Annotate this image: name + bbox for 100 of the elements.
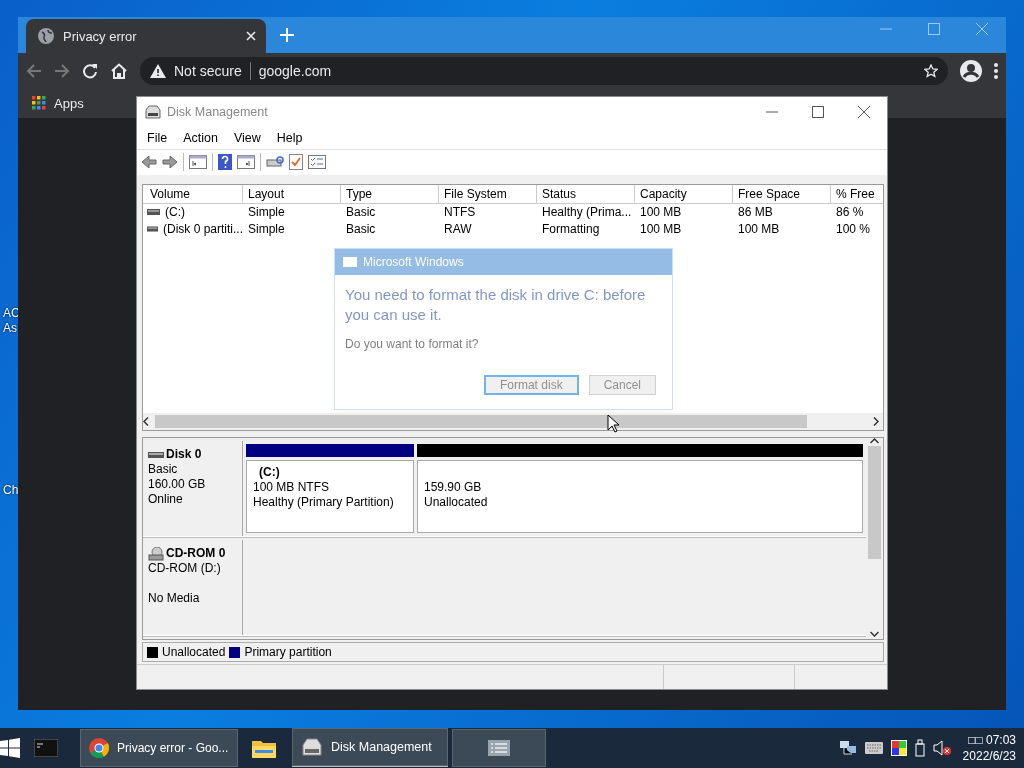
taskbar-button[interactable]: Privacy error - Goo... [80,729,238,767]
column-header[interactable]: Status [537,184,635,203]
taskbar-button[interactable]: Disk Management [292,727,448,766]
disk-management-icon [145,104,161,119]
table-cell-text: Simple [247,220,286,238]
reload-icon[interactable] [82,62,98,79]
chrome-icon [89,738,109,758]
table-cell-text: 100 % [835,220,872,238]
table-cell: (Disk 0 partiti... [163,220,243,238]
window-title: Disk Management [167,104,268,119]
clock-date: 2022/6/23 [962,748,1016,764]
partition-info: 159.90 GB [424,480,483,496]
dialog-title: Microsoft Windows [363,255,464,269]
table-cell-text: RAW [443,220,473,238]
table-cell-text: Basic [345,203,377,221]
table-cell-text: 100 MB [639,203,683,221]
properties-icon[interactable] [308,155,326,170]
dialog-icon [343,257,357,267]
back-icon[interactable] [26,62,42,79]
clock-time: □□ 07:03 [968,732,1016,748]
partition-info: 100 MB NTFS [253,480,331,496]
column-header[interactable]: Type [341,184,439,203]
start-icon[interactable] [0,738,20,758]
menu-item[interactable]: View [225,130,269,145]
mute-speaker-icon[interactable] [932,740,951,756]
table-cell: (C:) [165,203,185,221]
network-icon[interactable] [838,740,857,756]
action-pane-icon[interactable] [237,155,255,170]
table-cell-text: Basic [345,220,377,238]
column-header[interactable]: File System [439,184,537,203]
bookmark-link[interactable]: Apps [32,95,84,111]
home-icon[interactable] [110,62,128,79]
profile-icon[interactable] [960,59,982,82]
list-icon [488,740,510,756]
disk-size: 160.00 GB [148,477,207,493]
star-icon[interactable] [924,63,938,78]
menu-icon[interactable] [994,62,998,79]
disk-name: CD-ROM 0 [166,546,226,562]
scroll-down-icon [870,631,879,638]
partition-panel[interactable]: (C:) 100 MB NTFS Healthy (Primary Partition) [246,460,414,534]
close-icon[interactable] [858,105,870,118]
legend-label: Unallocated [162,645,226,660]
security-label: Not secure [174,62,242,79]
column-header[interactable]: Free Space [733,184,831,203]
disk-status: No Media [148,591,201,607]
url-text: google.com [258,62,332,79]
dialog-question: Do you want to format it? [344,336,480,351]
legend-label: Primary partition [244,645,332,660]
partition-panel[interactable]: 159.90 GB Unallocated [417,460,863,534]
column-header[interactable]: Capacity [635,184,733,203]
horizontal-scrollbar[interactable] [143,413,883,431]
forward-arrow-icon[interactable] [162,155,178,170]
new-tab-icon[interactable] [280,28,294,42]
checklist-icon[interactable] [289,154,303,171]
scroll-right-icon [873,417,879,427]
console-tree-icon[interactable] [189,155,207,170]
menu-item[interactable]: File [139,130,176,145]
globe-icon [38,28,54,44]
drive-icon [147,209,160,216]
partition-info: Unallocated [424,495,489,511]
color-icon[interactable] [890,740,907,756]
drive-icon [147,226,158,233]
taskbar-button[interactable] [452,729,546,767]
keyboard-icon[interactable] [864,742,883,754]
table-cell-text: NTFS [443,203,477,221]
drive-search-icon[interactable] [266,155,284,170]
usb-icon[interactable] [914,739,925,757]
disk-type: CD-ROM (D:) [148,561,222,577]
disk-drive-icon [301,736,323,757]
disk-type: Basic [148,462,179,478]
partition-label: (C:) [258,465,281,481]
dialog-message: You need to format the disk in drive C: before you can use it. [344,285,647,325]
column-header[interactable]: % Free [831,184,883,203]
help-icon[interactable] [218,154,232,171]
disk-status: Online [148,492,184,508]
column-header[interactable]: Volume [145,184,243,203]
forward-icon[interactable] [54,62,70,79]
table-cell-text: 86 % [835,203,865,221]
table-cell-text: 100 MB [639,220,683,238]
folder-icon [252,738,276,758]
warning-icon [150,63,166,78]
table-cell-text: Simple [247,203,286,221]
table-cell-text: 100 MB [737,220,781,238]
vertical-scrollbar[interactable] [866,438,883,640]
cd-drive-icon [148,546,164,561]
menu-item[interactable]: Action [175,130,226,145]
column-header[interactable]: Layout [243,184,341,203]
table-cell-text: 86 MB [737,203,774,221]
desktop-icon-label: As [3,321,17,335]
table-cell-text: Healthy (Prima... [541,203,633,221]
address-bar[interactable]: Not secure google.com [140,56,948,85]
scroll-left-icon [143,417,149,427]
apps-grid-icon [32,96,46,110]
table-cell-text: Formatting [541,220,601,238]
disk-name: Disk 0 [166,447,202,463]
menu-item[interactable]: Help [268,130,311,145]
maximize-icon[interactable] [812,105,824,118]
browser-tab[interactable]: Privacy error [26,19,266,53]
desktop-icon-label: Ch [3,483,19,497]
back-arrow-icon[interactable] [141,155,157,170]
